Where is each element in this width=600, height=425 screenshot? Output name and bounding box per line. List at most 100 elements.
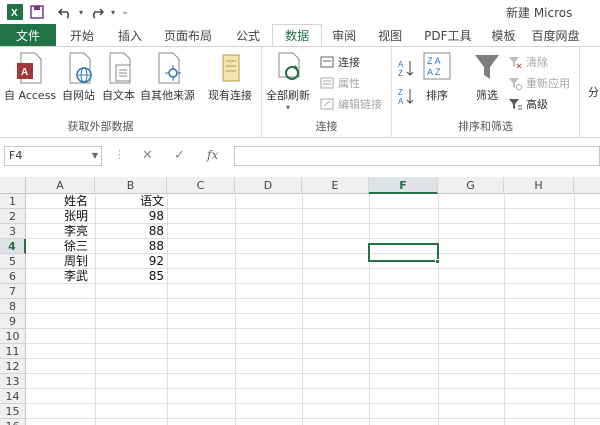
column-header-g[interactable]: G	[438, 177, 504, 194]
name-box-dropdown-icon[interactable]: ▼	[92, 147, 98, 165]
row-header-5[interactable]: 5	[0, 254, 26, 269]
svg-text:A: A	[21, 67, 28, 78]
more-options-icon[interactable]: ⋮	[114, 148, 125, 161]
properties-icon	[320, 77, 334, 89]
column-header-d[interactable]: D	[235, 177, 302, 194]
gridline	[574, 194, 575, 425]
formula-input[interactable]	[234, 146, 600, 166]
gridline	[26, 328, 600, 329]
column-header-h[interactable]: H	[504, 177, 574, 194]
insert-function-icon[interactable]: fx	[207, 148, 218, 162]
tab-file[interactable]: 文件	[0, 24, 56, 46]
sort-icon: Z AA Z	[422, 51, 452, 85]
row-header-15[interactable]: 15	[0, 404, 26, 419]
sort-az-button[interactable]: AZ	[398, 59, 414, 77]
next-group-partial[interactable]: 分	[588, 83, 599, 101]
row-header-10[interactable]: 10	[0, 329, 26, 344]
sort-button[interactable]: Z AA Z 排序	[422, 51, 452, 103]
text-file-icon	[104, 51, 134, 85]
tab-page-layout[interactable]: 页面布局	[152, 24, 224, 46]
gridline	[302, 194, 303, 425]
fill-handle[interactable]	[435, 259, 440, 264]
cell-a2[interactable]: 张明	[64, 209, 88, 224]
cell-a1[interactable]: 姓名	[64, 194, 88, 209]
row-header-13[interactable]: 13	[0, 374, 26, 389]
from-access-button[interactable]: A 自 Access	[4, 51, 56, 103]
clear-filter-button[interactable]: 清除	[508, 53, 548, 71]
tab-pdf-tools[interactable]: PDF工具	[414, 24, 481, 46]
gridline	[26, 298, 600, 299]
row-header-4[interactable]: 4	[0, 239, 26, 254]
tab-templates[interactable]: 模板	[482, 24, 526, 46]
enter-icon[interactable]: ✓	[174, 148, 185, 163]
column-header-c[interactable]: C	[167, 177, 235, 194]
tab-formulas[interactable]: 公式	[224, 24, 272, 46]
column-header-f[interactable]: F	[369, 177, 438, 194]
group-get-external-data: A 自 Access 自网站 自文本 自其他来源 现有连接 获取外部数据	[0, 47, 262, 137]
customize-qat-icon[interactable]: ⌄	[118, 1, 132, 23]
cell-b3[interactable]: 88	[96, 224, 164, 239]
cell-a5[interactable]: 周钊	[64, 254, 88, 269]
connections-button[interactable]: 连接	[320, 53, 360, 71]
row-header-7[interactable]: 7	[0, 284, 26, 299]
cancel-icon[interactable]: ✕	[142, 148, 153, 163]
row-header-2[interactable]: 2	[0, 209, 26, 224]
access-db-icon: A	[15, 51, 45, 85]
row-header-3[interactable]: 3	[0, 224, 26, 239]
from-web-button[interactable]: 自网站	[62, 51, 95, 103]
name-box[interactable]: F4 ▼	[4, 146, 102, 166]
column-header-i[interactable]	[574, 177, 600, 194]
sort-za-button[interactable]: ZA	[398, 87, 414, 105]
cell-b2[interactable]: 98	[96, 209, 164, 224]
cell-b4[interactable]: 88	[96, 239, 164, 254]
cell-a3[interactable]: 李亮	[64, 224, 88, 239]
svg-text:A Z: A Z	[427, 67, 441, 77]
refresh-all-dropdown-icon[interactable]: ▾	[286, 103, 290, 112]
filter-button[interactable]: 筛选	[472, 51, 502, 103]
tab-home[interactable]: 开始	[56, 24, 108, 46]
row-header-16[interactable]: 16	[0, 419, 26, 425]
active-cell-f4[interactable]	[368, 243, 439, 262]
cell-b6[interactable]: 85	[96, 269, 164, 284]
reapply-button[interactable]: 重新应用	[508, 74, 570, 92]
row-header-14[interactable]: 14	[0, 389, 26, 404]
edit-links-icon	[320, 98, 334, 110]
tab-review[interactable]: 审阅	[322, 24, 366, 46]
existing-connections-button[interactable]: 现有连接	[208, 51, 252, 103]
undo-icon[interactable]	[54, 1, 76, 23]
from-text-button[interactable]: 自文本	[102, 51, 135, 103]
cell-b5[interactable]: 92	[96, 254, 164, 269]
column-header-a[interactable]: A	[26, 177, 95, 194]
advanced-filter-button[interactable]: 高级	[508, 95, 548, 113]
save-icon[interactable]	[26, 1, 48, 23]
web-globe-icon	[64, 51, 94, 85]
row-header-6[interactable]: 6	[0, 269, 26, 284]
redo-icon[interactable]	[86, 1, 108, 23]
tab-data[interactable]: 数据	[272, 24, 323, 46]
cell-a4[interactable]: 徐三	[64, 239, 88, 254]
window-title: 新建 Micros	[506, 6, 573, 20]
column-header-b[interactable]: B	[95, 177, 167, 194]
redo-dropdown-icon[interactable]: ▾	[108, 1, 118, 23]
row-header-1[interactable]: 1	[0, 194, 26, 209]
cell-b1[interactable]: 语文	[96, 194, 164, 209]
undo-dropdown-icon[interactable]: ▾	[76, 1, 86, 23]
tab-insert[interactable]: 插入	[108, 24, 152, 46]
row-header-8[interactable]: 8	[0, 299, 26, 314]
gridline	[26, 343, 600, 344]
gridline	[26, 403, 600, 404]
group-label-sort-filter: 排序和筛选	[458, 120, 513, 133]
refresh-all-button[interactable]: 全部刷新 ▾	[266, 51, 310, 112]
tab-view[interactable]: 视图	[366, 24, 414, 46]
from-other-sources-button[interactable]: 自其他来源	[140, 51, 195, 103]
column-header-e[interactable]: E	[302, 177, 369, 194]
select-all-corner[interactable]	[0, 177, 26, 194]
edit-links-button[interactable]: 编辑链接	[320, 95, 382, 113]
row-header-9[interactable]: 9	[0, 314, 26, 329]
cell-a6[interactable]: 李武	[64, 269, 88, 284]
row-header-12[interactable]: 12	[0, 359, 26, 374]
row-header-11[interactable]: 11	[0, 344, 26, 359]
sort-ascending-icon: AZ	[398, 60, 414, 77]
properties-button[interactable]: 属性	[320, 74, 360, 92]
tab-baidu-netdisk[interactable]: 百度网盘	[526, 24, 586, 46]
